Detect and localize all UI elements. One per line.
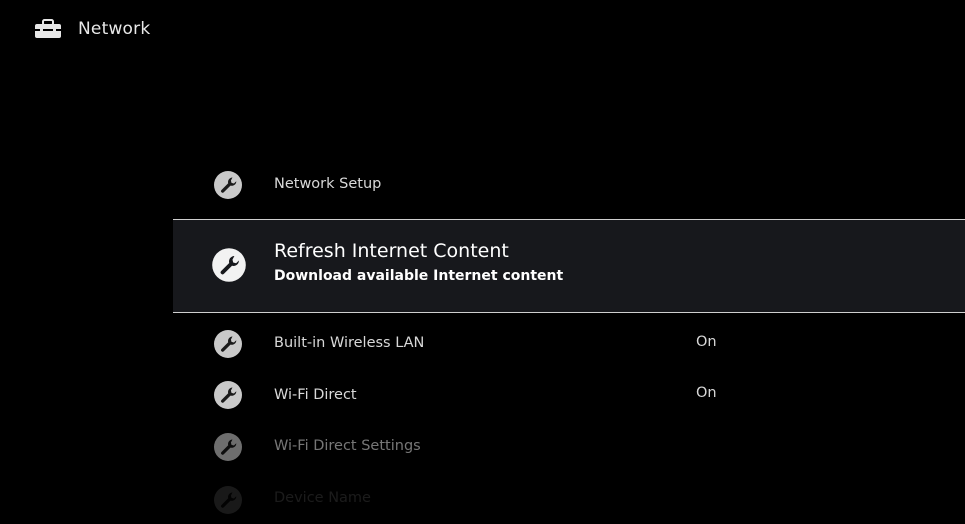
menu-item-device-name[interactable]: Device Name — [173, 484, 965, 518]
wrench-icon — [212, 248, 246, 282]
menu-item-wifi-direct[interactable]: Wi-Fi Direct On — [173, 378, 965, 412]
menu-item-label: Wi-Fi Direct — [274, 387, 357, 403]
wrench-icon — [214, 330, 242, 358]
wrench-icon — [214, 381, 242, 409]
menu-item-description: Download available Internet content — [274, 268, 564, 284]
menu-item-label: Refresh Internet Content — [274, 240, 509, 262]
menu-item-wifi-direct-settings[interactable]: Wi-Fi Direct Settings — [173, 430, 965, 464]
menu-item-label: Wi-Fi Direct Settings — [274, 438, 421, 454]
menu-item-label: Device Name — [274, 490, 371, 506]
menu-item-network-setup[interactable]: Network Setup — [173, 168, 965, 202]
wrench-icon — [214, 433, 242, 461]
settings-menu: Network Setup Refresh Internet Content D… — [0, 0, 965, 524]
menu-item-refresh-internet-content[interactable]: Refresh Internet Content Download availa… — [173, 219, 965, 313]
menu-item-label: Built-in Wireless LAN — [274, 335, 425, 351]
wrench-icon — [214, 486, 242, 514]
network-settings-screen: Network Network Setup Refresh Internet C… — [0, 0, 965, 524]
menu-item-value: On — [696, 334, 717, 350]
menu-item-value: On — [696, 385, 717, 401]
menu-item-label: Network Setup — [274, 176, 382, 192]
wrench-icon — [214, 171, 242, 199]
menu-item-built-in-wireless-lan[interactable]: Built-in Wireless LAN On — [173, 327, 965, 361]
